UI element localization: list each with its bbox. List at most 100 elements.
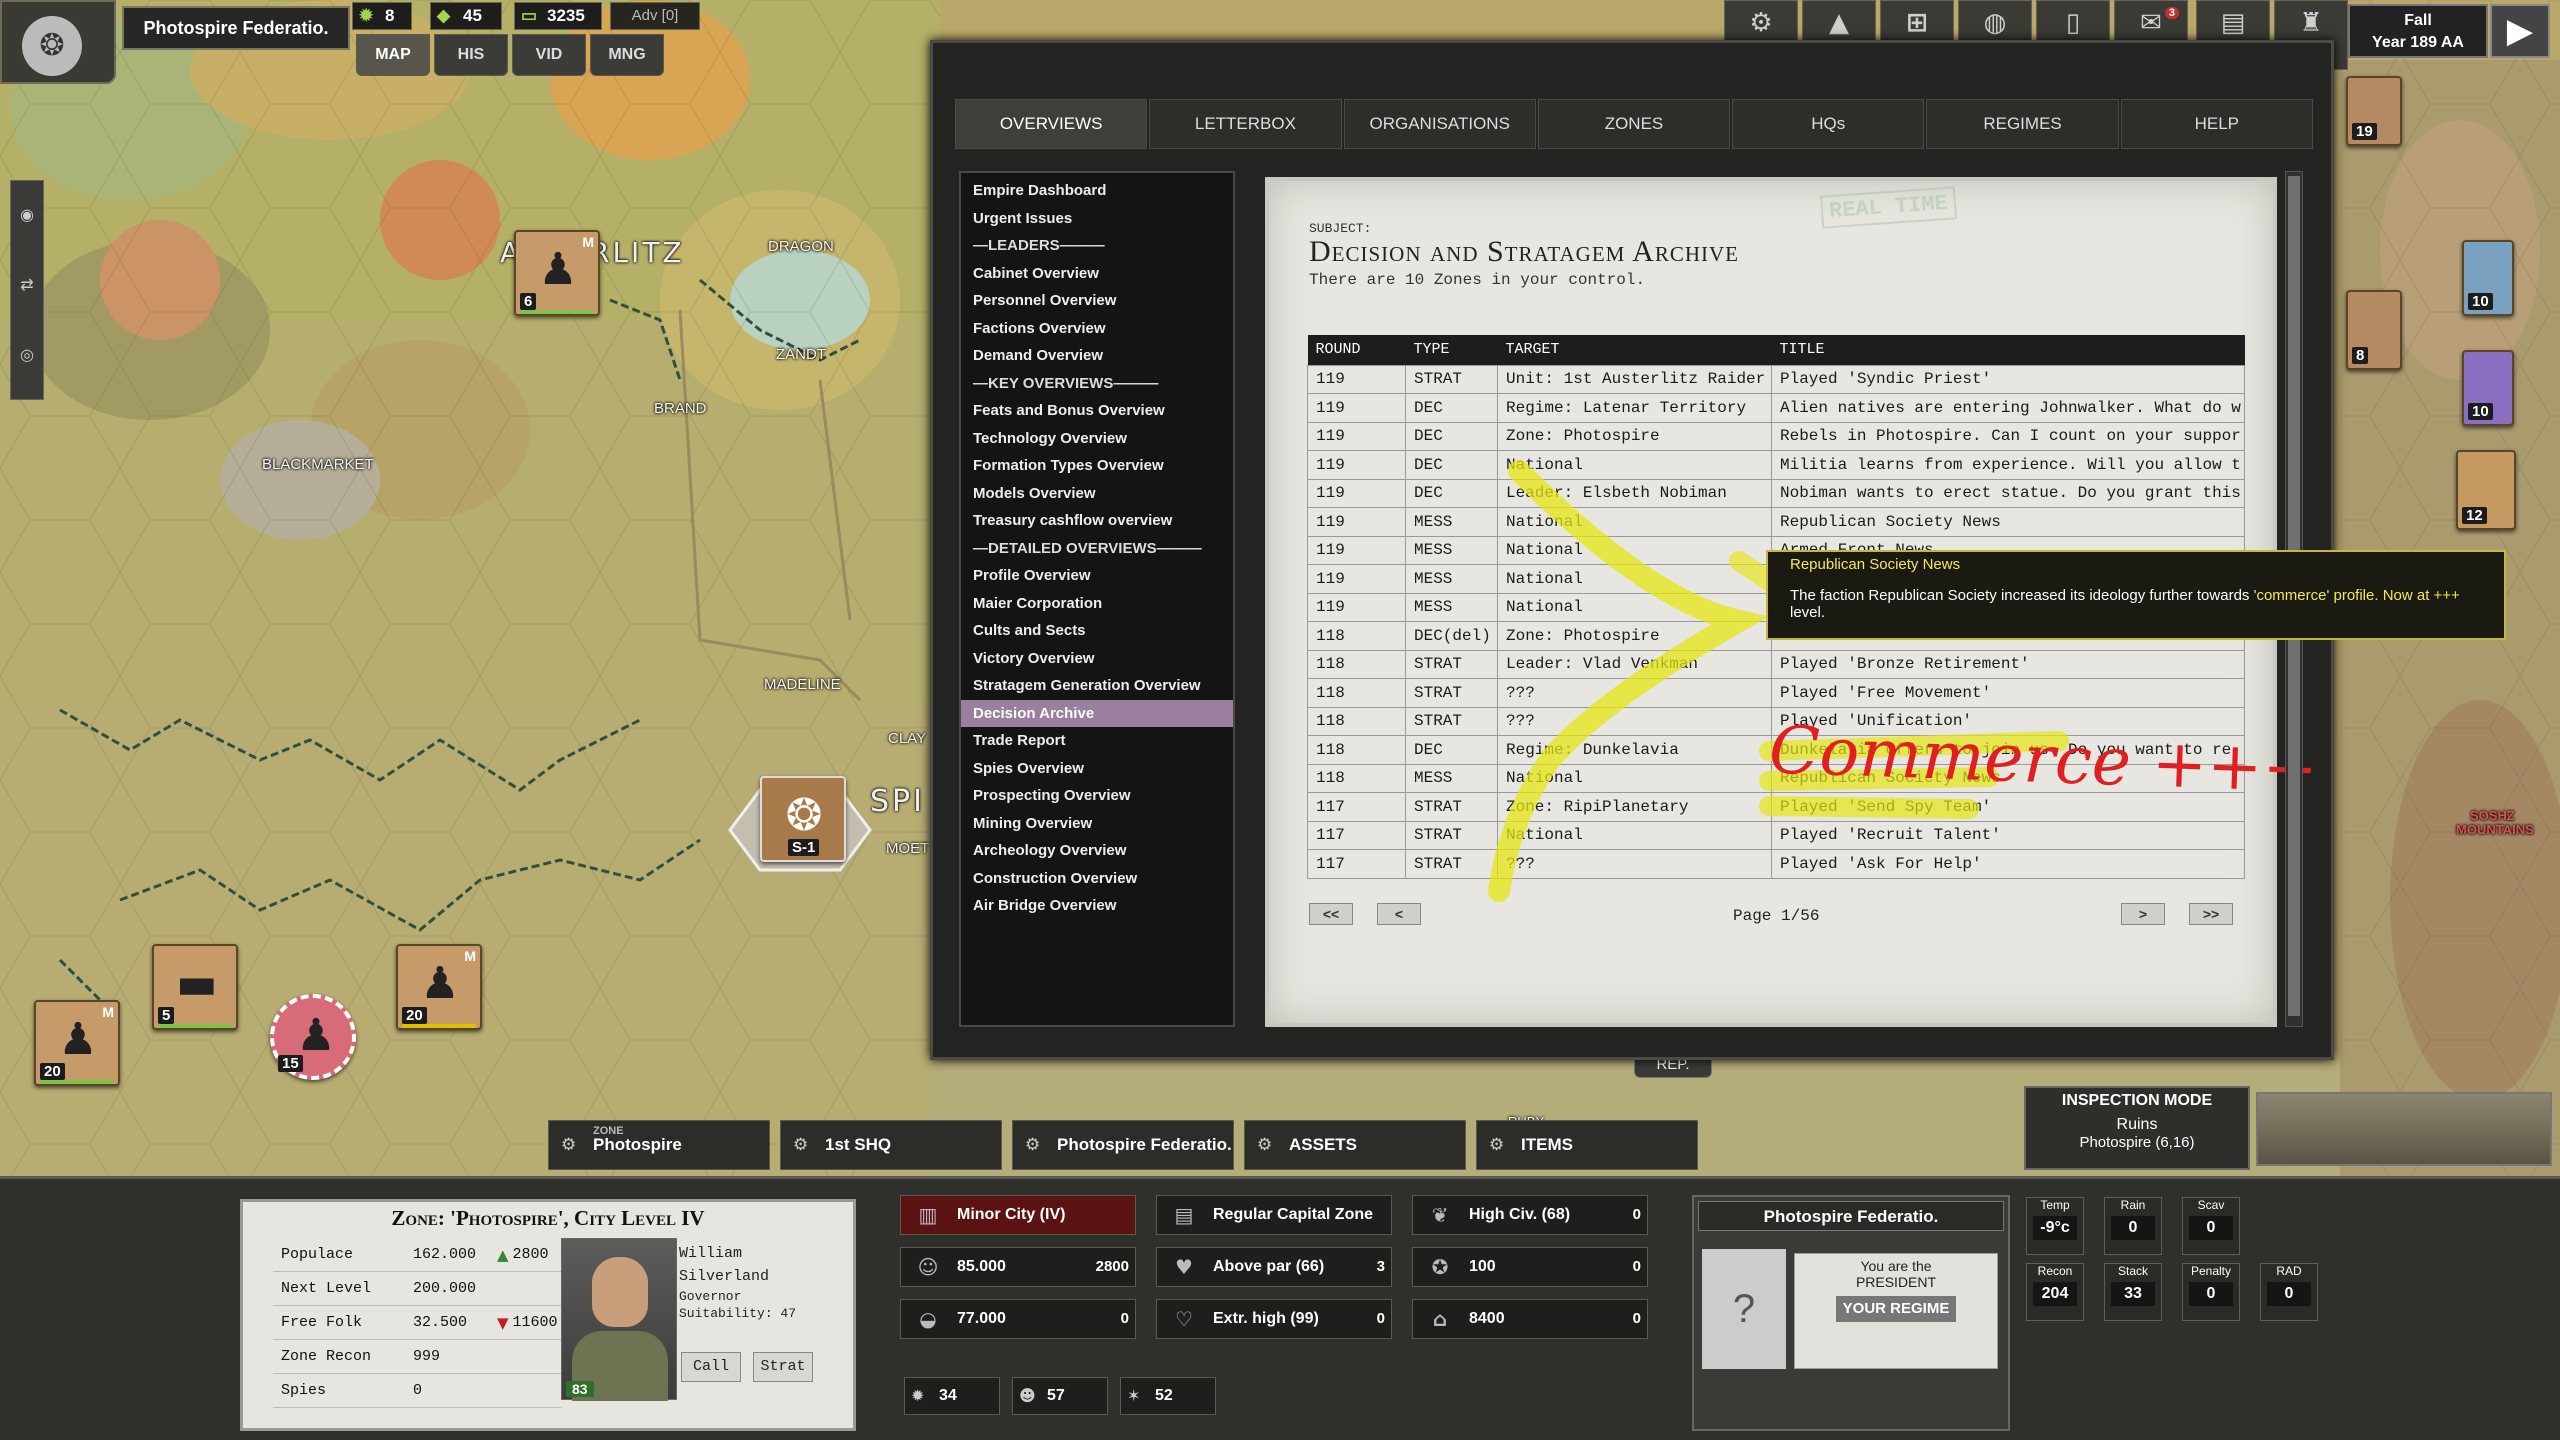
tab-vid[interactable]: VID [512,34,586,76]
zone-tab-photospire[interactable]: ⚙ ZONE Photospire [548,1120,770,1170]
zone-stat-food[interactable]: ◒ 77.000 0 [900,1299,1136,1339]
zone-stat-city[interactable]: ▥ Minor City (IV) [900,1195,1136,1235]
last-page-button[interactable]: >> [2189,903,2233,925]
archive-row[interactable]: 119 DEC National Militia learns from experi… [1307,450,2245,480]
archive-row[interactable]: 119 MESS National Republican Society News [1307,507,2245,537]
archive-cell: MESS [1405,535,1498,565]
move-icon[interactable]: ⇄ [11,251,43,321]
zone-stat-building[interactable]: ▤ Regular Capital Zone [1156,1195,1392,1235]
sidebar-item[interactable]: Mining Overview [961,810,1233,838]
sidebar-item[interactable]: Models Overview [961,480,1233,508]
archive-cell: Rebels in Photospire. Can I count on you… [1771,421,2245,451]
faction-name[interactable]: Photospire Federatio. [122,6,350,50]
tab-organisations[interactable]: ORGANISATIONS [1343,99,1536,149]
zone-tab-photospire-federatio-[interactable]: ⚙ Photospire Federatio. [1012,1120,1234,1170]
unit-counter-hq[interactable]: ❂ S-1 [760,776,846,862]
archive-row[interactable]: 117 STRAT National Played 'Recruit Talent' [1307,820,2245,850]
tab-regimes[interactable]: REGIMES [1926,99,2119,149]
adv-counter[interactable]: Adv [0] [610,2,700,30]
right-edge-unit[interactable]: 10 [2462,350,2514,426]
archive-cell: STRAT [1405,678,1498,708]
tab-zones[interactable]: ZONES [1537,99,1731,149]
call-button[interactable]: Call [681,1352,741,1382]
sidebar-item[interactable]: Formation Types Overview [961,452,1233,480]
tab-his[interactable]: HIS [434,34,508,76]
sidebar-item[interactable]: Air Bridge Overview [961,892,1233,920]
archive-row[interactable]: 119 DEC Leader: Elsbeth Nobiman Nobiman wan… [1307,478,2245,508]
globe-icon: ◍ [1983,8,2007,38]
column-header: TITLE [1771,335,2245,365]
archive-cell: ??? [1497,678,1772,708]
env-stack: Stack 33 [2104,1263,2162,1321]
sidebar-item[interactable]: Empire Dashboard [961,177,1233,205]
sidebar-item[interactable]: Victory Overview [961,645,1233,673]
archive-cell: MESS [1405,763,1498,793]
archive-row[interactable]: 117 STRAT??? Played 'Ask For Help' [1307,849,2245,879]
zone-stat-tower[interactable]: ⌂ 8400 0 [1412,1299,1648,1339]
tab-letterbox[interactable]: LETTERBOX [1149,99,1342,149]
zone-tab-assets[interactable]: ⚙ ASSETS [1244,1120,1466,1170]
sidebar-item[interactable]: Profile Overview [961,562,1233,590]
zone-stat-badge[interactable]: ✪ 100 0 [1412,1247,1648,1287]
zone-stat-people[interactable]: ☺ 85.000 2800 [900,1247,1136,1287]
archive-row[interactable]: 119 DEC Regime: Latenar Territory Alien nat… [1307,393,2245,423]
zone-tab-items[interactable]: ⚙ ITEMS [1476,1120,1698,1170]
env-label: Recon [2037,1264,2073,1278]
next-page-button[interactable]: > [2121,903,2165,925]
archive-row[interactable]: 118 STRAT Leader: Vlad Venkman Played 'Bron… [1307,649,2245,679]
column-header: TYPE [1405,335,1498,365]
sidebar-item[interactable]: Treasury cashflow overview [961,507,1233,535]
vehicle-icon: ▬ [176,958,218,1009]
sidebar-item[interactable]: Archeology Overview [961,837,1233,865]
unit-counter-selected[interactable]: ♟ 15 [270,994,356,1080]
archive-row[interactable]: 118 STRAT??? Played 'Free Movement' [1307,678,2245,708]
unit-counter-infantry[interactable]: ♟ M 20 [396,944,482,1030]
unit-counter-vehicle[interactable]: ▬ 5 [152,944,238,1030]
faction-flag[interactable]: ❂ [0,0,116,84]
unit-counter-infantry[interactable]: ♟ M 20 [34,1000,120,1086]
archive-cell: 119 [1307,421,1406,451]
right-edge-unit[interactable]: 8 [2346,290,2402,370]
zone-stat-heart-plus[interactable]: ♡ Extr. high (99) 0 [1156,1299,1392,1339]
sidebar-item[interactable]: Decision Archive [961,699,1233,727]
tab-hqs[interactable]: HQs [1732,99,1925,149]
sidebar-item[interactable]: Technology Overview [961,425,1233,453]
sidebar-item[interactable]: Feats and Bonus Overview [961,397,1233,425]
zone-stat-heart[interactable]: ♥ Above par (66) 3 [1156,1247,1392,1287]
tab-overviews[interactable]: OVERVIEWS [955,99,1148,149]
sidebar-item[interactable]: Factions Overview [961,315,1233,343]
sidebar-item[interactable]: Trade Report [961,727,1233,755]
prev-page-button[interactable]: < [1377,903,1421,925]
right-edge-unit[interactable]: 10 [2462,240,2514,316]
sidebar-item[interactable]: Personnel Overview [961,287,1233,315]
right-edge-unit[interactable]: 19 [2346,76,2402,146]
sidebar-item[interactable]: Prospecting Overview [961,782,1233,810]
sidebar-item[interactable]: Urgent Issues [961,205,1233,233]
sidebar-item[interactable]: Construction Overview [961,865,1233,893]
sidebar-item[interactable]: Spies Overview [961,755,1233,783]
zone-stat-wings[interactable]: ❦ High Civ. (68) 0 [1412,1195,1648,1235]
governor-portrait[interactable]: 83 [561,1238,677,1401]
sidebar-item[interactable]: Cabinet Overview [961,260,1233,288]
sidebar-item[interactable]: Stratagem Generation Overview [961,672,1233,700]
archive-cell: Militia learns from experience. Will you… [1771,450,2245,480]
archive-row[interactable]: 119 STRAT Unit: 1st Austerlitz Raider Playe… [1307,364,2245,394]
faction-emblem-icon: ❂ [22,16,82,76]
tab-mng[interactable]: MNG [590,34,664,76]
end-turn-button[interactable]: ▶ [2490,4,2550,58]
tab-help[interactable]: HELP [2120,99,2313,149]
eye-icon[interactable]: ◎ [11,321,43,391]
city-label-clay: CLAY [888,730,927,747]
archive-row[interactable]: 119 DEC Zone: Photospire Rebels in Photospi… [1307,421,2245,451]
your-regime-button[interactable]: YOUR REGIME [1836,1296,1956,1322]
scope-icon[interactable]: ◉ [11,181,43,251]
sidebar-item[interactable]: Demand Overview [961,342,1233,370]
sidebar-item[interactable]: Maier Corporation [961,590,1233,618]
strat-button[interactable]: Strat [753,1352,813,1382]
right-edge-unit[interactable]: 12 [2456,450,2516,530]
first-page-button[interactable]: << [1309,903,1353,925]
unit-counter-infantry[interactable]: ♟ M 6 [514,230,600,316]
zone-tab-1st-shq[interactable]: ⚙ 1st SHQ [780,1120,1002,1170]
tab-map[interactable]: MAP [356,34,430,76]
sidebar-item[interactable]: Cults and Sects [961,617,1233,645]
